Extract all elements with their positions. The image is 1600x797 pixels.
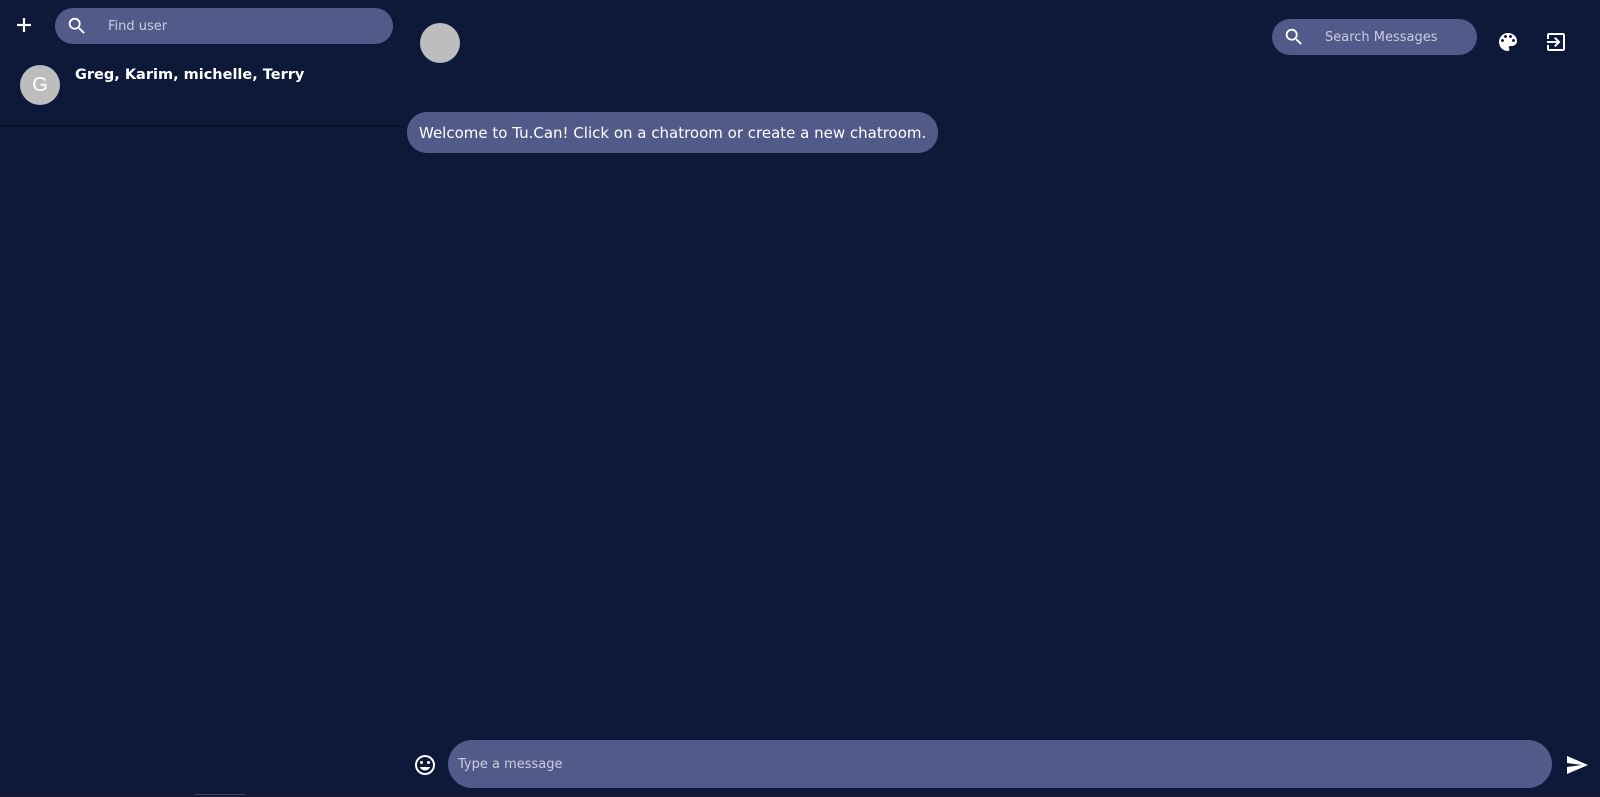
sidebar: G Greg, Karim, michelle, Terry bbox=[0, 0, 400, 797]
search-icon bbox=[68, 17, 85, 34]
find-user-search[interactable] bbox=[55, 8, 393, 44]
message-composer bbox=[448, 740, 1552, 788]
chatroom-list-item[interactable]: G Greg, Karim, michelle, Terry bbox=[0, 55, 400, 126]
plus-icon bbox=[17, 18, 31, 32]
message-input[interactable] bbox=[458, 740, 1538, 788]
logout-button[interactable] bbox=[1543, 29, 1569, 55]
send-button[interactable] bbox=[1564, 752, 1590, 778]
emoji-button[interactable] bbox=[412, 752, 438, 778]
search-messages-input[interactable] bbox=[1325, 19, 1470, 55]
send-icon bbox=[1567, 756, 1588, 774]
chat-app: G Greg, Karim, michelle, Terry Welcome t… bbox=[0, 0, 1600, 797]
current-room-avatar bbox=[420, 23, 460, 63]
smiley-icon bbox=[415, 755, 435, 775]
chatroom-name: Greg, Karim, michelle, Terry bbox=[75, 67, 305, 83]
search-messages-box[interactable] bbox=[1272, 19, 1477, 55]
chat-panel: Welcome to Tu.Can! Click on a chatroom o… bbox=[400, 0, 1600, 797]
exit-icon bbox=[1547, 33, 1565, 51]
find-user-input[interactable] bbox=[108, 8, 383, 44]
theme-button[interactable] bbox=[1495, 29, 1521, 55]
search-icon bbox=[1285, 28, 1302, 45]
new-chatroom-button[interactable] bbox=[11, 12, 37, 38]
welcome-message: Welcome to Tu.Can! Click on a chatroom o… bbox=[407, 112, 939, 153]
palette-icon bbox=[1499, 33, 1517, 51]
chatroom-avatar: G bbox=[20, 65, 60, 105]
